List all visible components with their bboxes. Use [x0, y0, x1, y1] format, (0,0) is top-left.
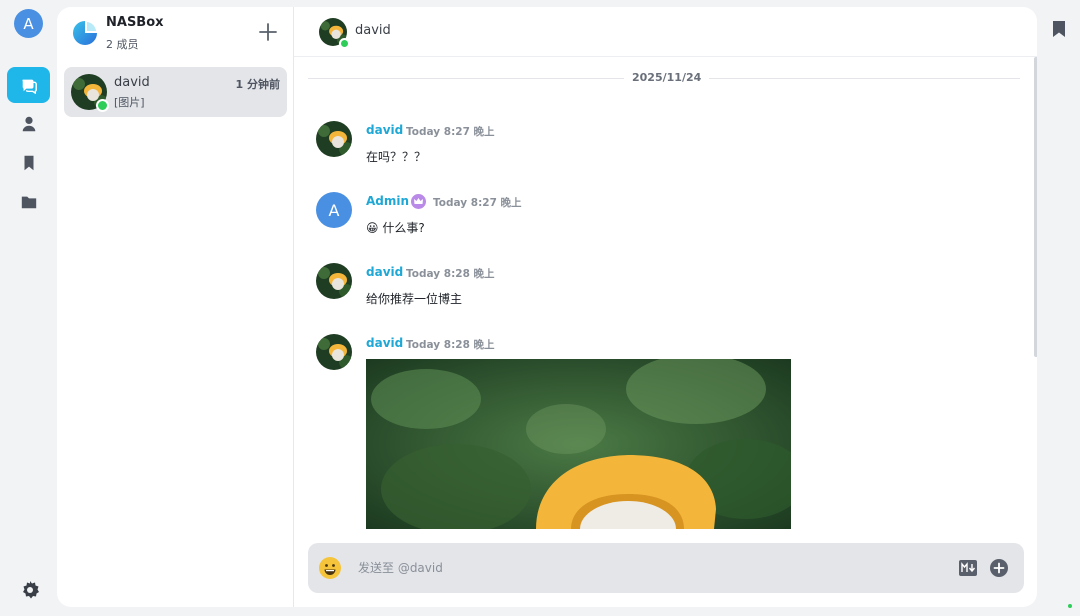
- message-sender[interactable]: Admin: [366, 194, 409, 208]
- duck-photo-image: [366, 359, 791, 529]
- conversation-preview: [图片]: [114, 96, 145, 109]
- crown-icon: [411, 194, 426, 209]
- folder-icon: [21, 196, 36, 209]
- message-sender[interactable]: david: [366, 265, 403, 279]
- avatar[interactable]: [316, 121, 352, 157]
- duck-avatar-icon: [316, 334, 352, 370]
- chat-peer-name: david: [355, 23, 391, 38]
- avatar[interactable]: [316, 334, 352, 370]
- conversation-name: david: [114, 75, 150, 90]
- plus-circle-icon[interactable]: [989, 558, 1009, 578]
- online-indicator: [339, 38, 350, 49]
- message-time: Today 8:27 晚上: [406, 126, 495, 138]
- message-image[interactable]: [366, 359, 791, 529]
- nav-files[interactable]: [7, 184, 50, 220]
- avatar[interactable]: A: [316, 192, 352, 228]
- nav-contacts[interactable]: [7, 106, 50, 142]
- plus-icon[interactable]: [257, 21, 279, 43]
- duck-avatar-icon: [316, 121, 352, 157]
- nasbox-logo-icon: [73, 21, 97, 45]
- conversation-panel: NASBox 2 成员 david 1 分钟前 [图片]: [57, 7, 294, 607]
- main-window: NASBox 2 成员 david 1 分钟前 [图片] david 2025/…: [57, 7, 1037, 607]
- message-time: Today 8:27 晚上: [433, 197, 522, 209]
- bookmark-icon: [24, 155, 33, 171]
- nav-chats[interactable]: [7, 67, 50, 103]
- group-member-count: 2 成员: [106, 38, 139, 51]
- chat-panel: david 2025/11/24 david Today 8:27 晚上 在吗？…: [294, 7, 1037, 607]
- message-composer: [308, 543, 1024, 593]
- chat-bubbles-icon: [21, 79, 37, 94]
- message-sender[interactable]: david: [366, 336, 403, 350]
- message-text: 给你推荐一位博主: [366, 292, 463, 306]
- user-icon: [22, 116, 35, 132]
- conversation-time: 1 分钟前: [235, 78, 280, 91]
- message-text: 在吗？？？: [366, 150, 427, 164]
- message-time: Today 8:28 晚上: [406, 339, 495, 351]
- message-time: Today 8:28 晚上: [406, 268, 495, 280]
- emoji-smile-icon[interactable]: [318, 556, 342, 580]
- markdown-icon[interactable]: [959, 559, 977, 577]
- current-user-avatar[interactable]: A: [14, 9, 43, 38]
- nav-bookmarks[interactable]: [7, 145, 50, 181]
- gear-icon[interactable]: [20, 580, 40, 600]
- online-indicator: [96, 99, 109, 112]
- message-text: 😀 什么事?: [366, 221, 425, 235]
- group-name: NASBox: [106, 15, 164, 30]
- avatar[interactable]: [316, 263, 352, 299]
- message-sender[interactable]: david: [366, 123, 403, 137]
- message-input[interactable]: [358, 556, 938, 580]
- chat-header: david: [294, 7, 1037, 57]
- conversation-item[interactable]: david 1 分钟前 [图片]: [64, 67, 287, 117]
- duck-avatar-icon: [316, 263, 352, 299]
- date-label: 2025/11/24: [624, 71, 710, 84]
- scrollbar[interactable]: [1034, 57, 1037, 357]
- group-header: NASBox 2 成员: [57, 7, 294, 63]
- status-dot: [1068, 604, 1072, 608]
- nav-rail: A: [0, 0, 57, 616]
- bookmark-icon[interactable]: [1052, 20, 1066, 38]
